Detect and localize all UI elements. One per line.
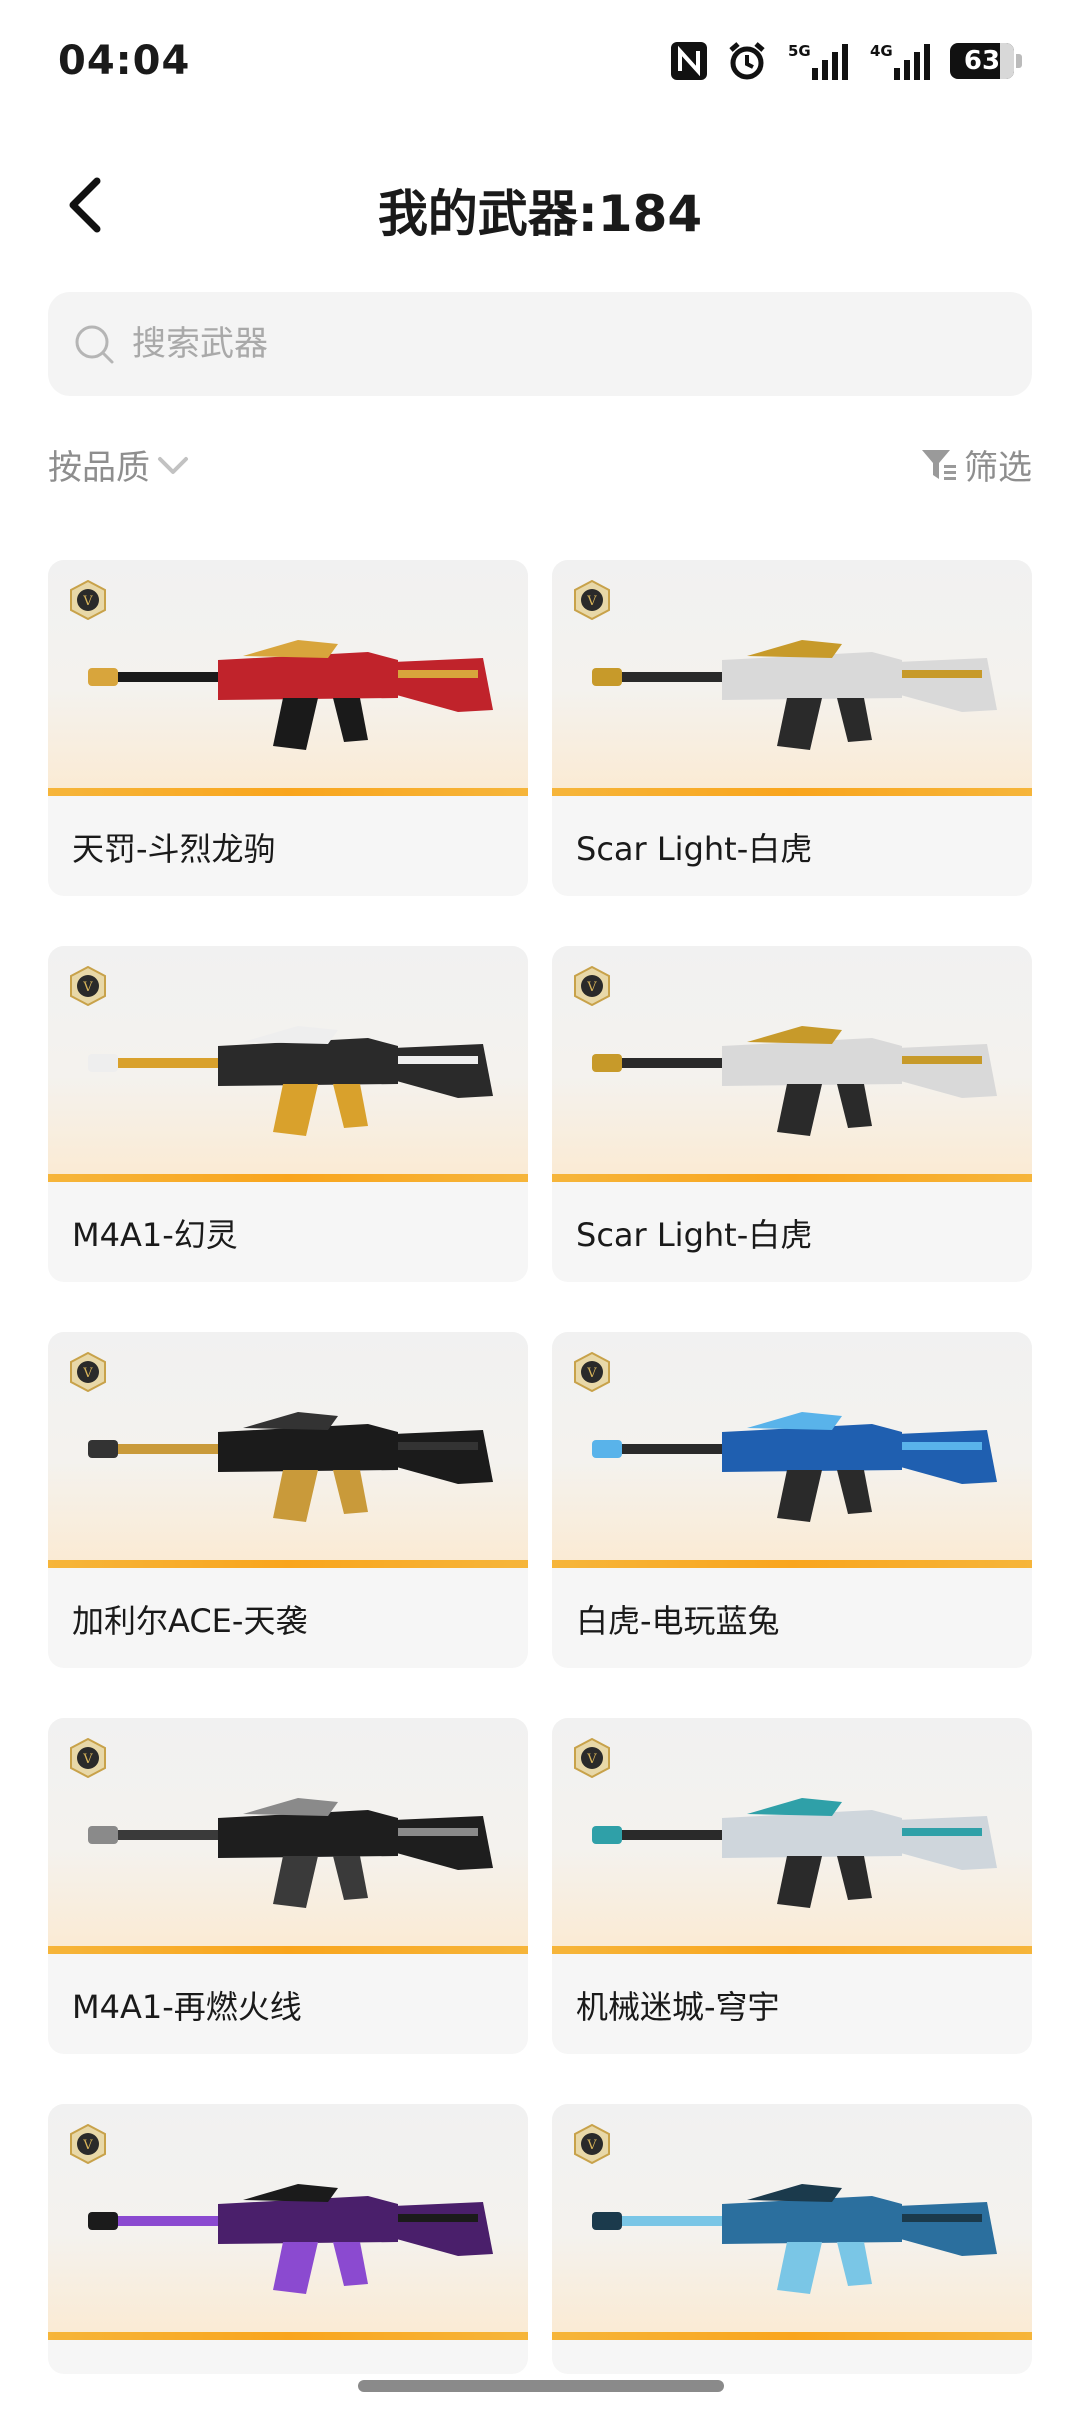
weapon-image-area: V xyxy=(48,560,528,796)
signal-4g-label: 4G xyxy=(870,42,893,60)
weapon-image xyxy=(592,1798,997,1908)
weapon-image xyxy=(592,2184,997,2294)
alarm-icon xyxy=(726,40,768,82)
weapon-name: 天罚-斗烈龙驹 xyxy=(72,830,276,868)
weapon-name: 机械迷城-穹宇 xyxy=(576,1988,780,2026)
nfc-icon xyxy=(670,40,708,82)
search-box[interactable] xyxy=(48,292,1032,396)
weapon-image-area: V xyxy=(552,1332,1032,1568)
battery-icon: 63 xyxy=(950,40,1022,82)
weapon-card[interactable]: V 机械迷城-穹宇 xyxy=(552,1718,1032,2054)
weapon-name: M4A1-幻灵 xyxy=(72,1216,238,1254)
header: 我的武器:184 xyxy=(0,150,1080,260)
weapon-card[interactable]: V M4A1-再燃火线 xyxy=(48,1718,528,2054)
weapon-image-area: V xyxy=(552,946,1032,1182)
weapon-name: M4A1-再燃火线 xyxy=(72,1988,302,2026)
weapon-card[interactable]: V 天罚-斗烈龙驹 xyxy=(48,560,528,896)
chevron-down-icon xyxy=(158,456,188,474)
home-indicator[interactable] xyxy=(358,2380,724,2392)
weapon-image-area: V xyxy=(552,1718,1032,1954)
weapon-image-area: V xyxy=(48,2104,528,2340)
weapon-name: 加利尔ACE-天袭 xyxy=(72,1602,308,1640)
weapon-name: 白虎-电玩蓝兔 xyxy=(576,1602,780,1640)
status-icons: 5G 4G 63 xyxy=(670,40,1022,82)
filter-label: 筛选 xyxy=(964,448,1032,488)
page-title: 我的武器:184 xyxy=(377,185,703,243)
weapon-card[interactable]: V Scar Light-白虎 xyxy=(552,560,1032,896)
weapon-name: Scar Light-白虎 xyxy=(576,830,813,868)
sort-label: 按品质 xyxy=(48,448,150,488)
weapon-image xyxy=(88,1798,493,1908)
search-input[interactable] xyxy=(130,323,934,365)
weapon-image-area: V xyxy=(552,2104,1032,2340)
weapon-image xyxy=(88,1026,493,1136)
signal-4g-icon: 4G xyxy=(868,40,932,82)
weapon-card[interactable]: V Scar Light-白虎 xyxy=(552,946,1032,1282)
signal-5g-label: 5G xyxy=(788,42,811,60)
weapon-image xyxy=(592,1412,997,1522)
weapon-card[interactable]: V xyxy=(552,2104,1032,2374)
weapon-image xyxy=(88,1412,493,1522)
signal-5g-icon: 5G xyxy=(786,40,850,82)
weapon-image xyxy=(88,640,493,750)
weapon-card[interactable]: V xyxy=(48,2104,528,2374)
weapon-image xyxy=(592,1026,997,1136)
sort-by-quality-button[interactable]: 按品质 xyxy=(48,440,190,489)
weapon-card[interactable]: V M4A1-幻灵 xyxy=(48,946,528,1282)
weapon-image xyxy=(592,640,997,750)
funnel-icon xyxy=(922,449,956,480)
weapon-image-area: V xyxy=(552,560,1032,796)
weapon-image-area: V xyxy=(48,1332,528,1568)
status-bar: 04:04 5G 4G 63 xyxy=(0,0,1080,130)
battery-level: 63 xyxy=(963,46,1001,76)
filter-button[interactable]: 筛选 xyxy=(920,440,1032,489)
weapon-card[interactable]: V 白虎-电玩蓝兔 xyxy=(552,1332,1032,1668)
weapon-image xyxy=(88,2184,493,2294)
sort-filter-row: 按品质 筛选 xyxy=(48,440,1032,500)
weapon-name: Scar Light-白虎 xyxy=(576,1216,813,1254)
status-time: 04:04 xyxy=(58,38,191,84)
weapon-image-area: V xyxy=(48,1718,528,1954)
weapon-card[interactable]: V 加利尔ACE-天袭 xyxy=(48,1332,528,1668)
search-icon xyxy=(75,325,114,364)
weapon-image-area: V xyxy=(48,946,528,1182)
